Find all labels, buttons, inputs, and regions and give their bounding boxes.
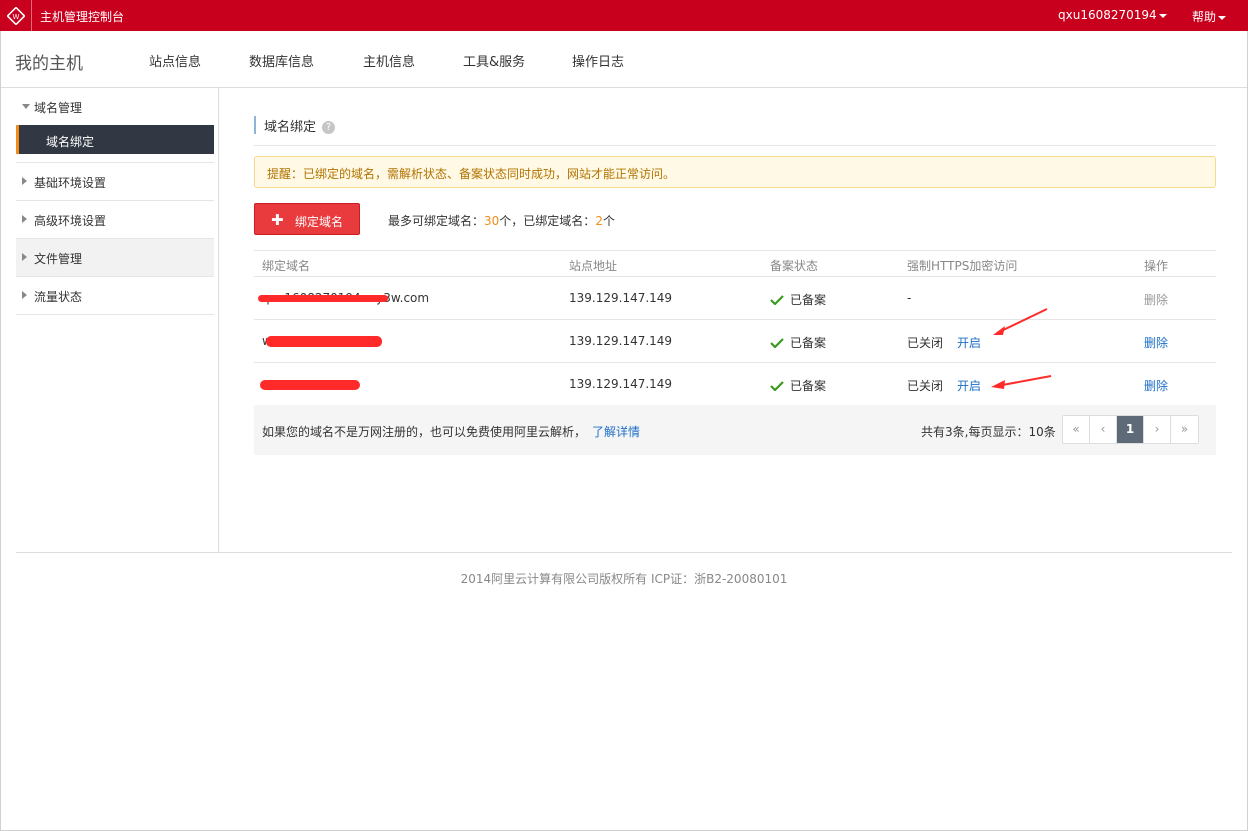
chevron-down-icon [1158, 13, 1167, 18]
chevron-down-icon [22, 104, 30, 109]
enable-https-link[interactable]: 开启 [957, 379, 981, 393]
svg-text:W: W [12, 13, 19, 21]
beian-cell: 已备案 [770, 377, 826, 394]
https-cell: 已关闭 开启 [907, 334, 981, 351]
username: qxu1608270194 [1058, 8, 1157, 22]
col-op: 操作 [1144, 259, 1169, 273]
table-row: w 139.129.147.149 已备案 已关闭开启 删除 [254, 320, 1216, 363]
redaction-mark [260, 380, 360, 390]
dns-tip: 如果您的域名不是万网注册的，也可以免费使用阿里云解析， 了解详情 [262, 423, 640, 440]
user-menu[interactable]: qxu1608270194 [1058, 8, 1167, 22]
sidebar-item-label: 基础环境设置 [34, 176, 107, 190]
divider [16, 552, 1232, 553]
beian-status: 已备案 [790, 293, 827, 307]
next-page-button[interactable]: › [1144, 416, 1171, 443]
sidebar-item-label: 流量状态 [34, 290, 83, 304]
limit-max: 30 [484, 214, 500, 228]
chevron-right-icon [22, 253, 27, 261]
copyright: 2014阿里云计算有限公司版权所有 ICP证：浙B2-20080101 [460, 572, 788, 586]
ip-cell: 139.129.147.149 [569, 334, 673, 348]
delete-link[interactable]: 删除 [1144, 334, 1168, 351]
nav-host-info[interactable]: 主机信息 [363, 51, 415, 70]
domain-limit-info: 最多可绑定域名：30个，已绑定域名：2个 [388, 212, 615, 229]
limit-prefix: 最多可绑定域名： [388, 214, 485, 228]
limit-bound: 2 [595, 214, 603, 228]
top-bar: W 主机管理控制台 qxu1608270194 帮助 [0, 0, 1248, 31]
sidebar: 域名管理 域名绑定 基础环境设置 高级环境设置 文件管理 流量状态 [16, 88, 219, 553]
first-page-button[interactable]: « [1063, 416, 1090, 443]
delete-link-disabled: 删除 [1144, 293, 1169, 307]
beian-cell: 已备案 [770, 334, 826, 351]
https-status: 已关闭 [907, 379, 944, 393]
annotation-arrow-icon [993, 308, 1048, 335]
sidebar-item-domain-binding[interactable]: 域名绑定 [16, 125, 214, 154]
redaction-mark [258, 295, 388, 302]
dns-tip-text: 如果您的域名不是万网注册的，也可以免费使用阿里云解析， [262, 425, 587, 439]
redaction-mark [266, 336, 382, 347]
nav-operation-log[interactable]: 操作日志 [572, 51, 624, 70]
beian-status: 已备案 [790, 379, 827, 393]
nav-tools-services[interactable]: 工具&服务 [463, 51, 525, 70]
sidebar-item-advanced-env[interactable]: 高级环境设置 [16, 201, 214, 239]
table-row: 139.129.147.149 已备案 已关闭 开启 删除 [254, 363, 1216, 406]
nav-database-info[interactable]: 数据库信息 [249, 51, 314, 70]
chevron-right-icon [22, 215, 27, 223]
check-icon [770, 295, 784, 305]
https-cell: 已关闭 开启 [907, 377, 981, 394]
table-footer: 如果您的域名不是万网注册的，也可以免费使用阿里云解析， 了解详情 共有3条,每页显… [254, 405, 1216, 455]
page-title-text: 域名绑定 [264, 120, 317, 135]
brand-title[interactable]: 我的主机 [15, 49, 83, 74]
help-label: 帮助 [1192, 10, 1217, 24]
chevron-right-icon [22, 291, 27, 299]
notice-banner: 提醒：已绑定的域名，需解析状态、备案状态同时成功，网站才能正常访问。 [254, 156, 1216, 188]
learn-more-link[interactable]: 了解详情 [592, 425, 640, 439]
plus-icon: ✚ [271, 211, 284, 229]
aliyun-logo-icon[interactable]: W [0, 0, 32, 31]
pagination-total: 共有3条,每页显示：10条 [921, 425, 1056, 439]
main-nav: 我的主机 站点信息 数据库信息 主机信息 工具&服务 操作日志 [1, 31, 1247, 88]
help-menu[interactable]: 帮助 [1192, 8, 1227, 25]
bind-domain-label: 绑定域名 [295, 215, 344, 229]
sidebar-group-domain[interactable]: 域名管理 域名绑定 [16, 88, 214, 163]
chevron-down-icon [1218, 15, 1227, 20]
col-https: 强制HTTPS加密访问 [907, 259, 1018, 273]
col-domain: 绑定域名 [262, 259, 311, 273]
page-1-button[interactable]: 1 [1117, 416, 1144, 443]
table-header: 绑定域名 站点地址 备案状态 强制HTTPS加密访问 操作 [254, 250, 1216, 277]
page-title: 域名绑定? [254, 116, 336, 135]
sidebar-item-domain-mgmt: 域名管理 [34, 101, 83, 115]
sidebar-item-label: 文件管理 [34, 252, 83, 266]
sidebar-item-label: 域名绑定 [46, 135, 95, 149]
https-status: 已关闭 [907, 336, 944, 350]
col-ip: 站点地址 [569, 259, 618, 273]
delete-link[interactable]: 删除 [1144, 377, 1168, 394]
https-status: - [907, 291, 912, 305]
console-title: 主机管理控制台 [40, 10, 125, 24]
check-icon [770, 381, 784, 391]
prev-page-button[interactable]: ‹ [1090, 416, 1117, 443]
chevron-right-icon [22, 177, 27, 185]
beian-cell: 已备案 [770, 291, 826, 308]
help-question-icon[interactable]: ? [322, 121, 336, 134]
limit-mid: 个，已绑定域名： [499, 214, 596, 228]
annotation-arrow-icon [991, 375, 1052, 389]
divider [254, 145, 1216, 146]
sidebar-item-traffic[interactable]: 流量状态 [16, 277, 214, 315]
enable-https-link[interactable]: 开启 [957, 336, 981, 350]
sidebar-item-file-mgmt[interactable]: 文件管理 [16, 239, 214, 277]
beian-status: 已备案 [790, 336, 827, 350]
check-icon [770, 338, 784, 348]
sidebar-item-label: 高级环境设置 [34, 214, 107, 228]
pagination: « ‹ 1 › » [1062, 415, 1199, 444]
last-page-button[interactable]: » [1171, 416, 1198, 443]
col-beian: 备案状态 [770, 259, 819, 273]
ip-cell: 139.129.147.149 [569, 291, 673, 305]
table-row: qxu1608270194.my3w.com 139.129.147.149 已… [254, 277, 1216, 320]
sidebar-item-basic-env[interactable]: 基础环境设置 [16, 163, 214, 201]
nav-site-info[interactable]: 站点信息 [149, 51, 201, 70]
bind-domain-button[interactable]: ✚ 绑定域名 [254, 203, 360, 235]
limit-suffix: 个 [602, 214, 615, 228]
ip-cell: 139.129.147.149 [569, 377, 673, 391]
